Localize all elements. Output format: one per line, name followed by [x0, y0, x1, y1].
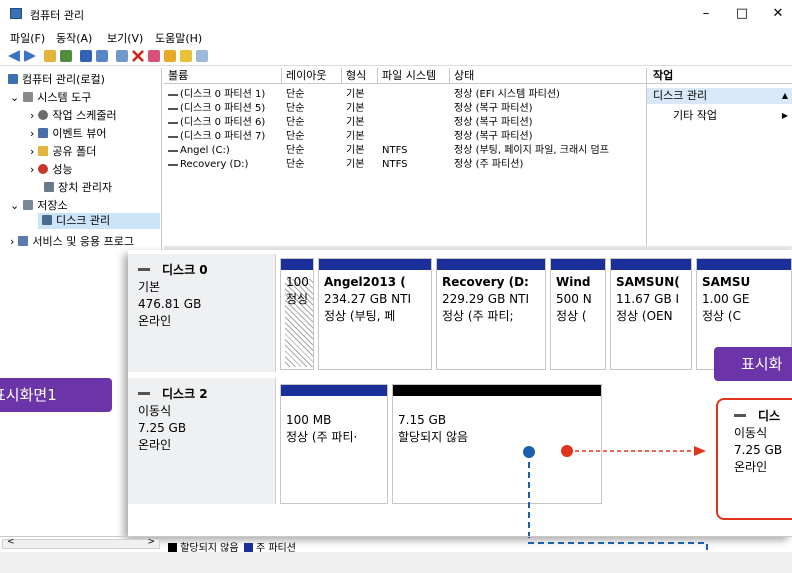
- legend-primary-swatch: [243, 543, 253, 552]
- blue-marker: [523, 446, 535, 458]
- scroll-left-icon[interactable]: <: [7, 537, 15, 547]
- callout-display-2: 표시화: [714, 347, 792, 381]
- bottom-strip: [0, 552, 792, 573]
- horizontal-scrollbar[interactable]: < >: [2, 537, 160, 549]
- annotation-overlay: [523, 445, 708, 573]
- scroll-right-icon[interactable]: >: [147, 537, 155, 547]
- red-arrow-head: [694, 446, 706, 456]
- callout-display-1: 표시화면1: [0, 378, 112, 412]
- status-bar: < > 할당되지 않음 주 파티션: [0, 536, 792, 554]
- legend-unallocated-swatch: [168, 543, 177, 552]
- disk-icon: [734, 414, 746, 417]
- zoom-box-disk-2: 디스 이동식 7.25 GB 온라인: [716, 398, 792, 520]
- red-marker: [561, 445, 573, 457]
